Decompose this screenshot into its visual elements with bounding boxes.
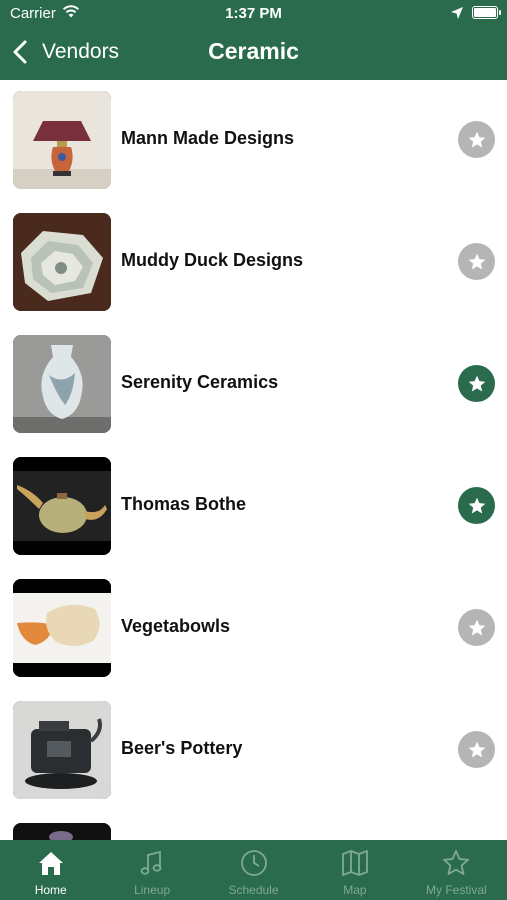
tab-home[interactable]: Home <box>0 840 101 900</box>
stacked-plates-photo <box>13 213 111 311</box>
vase-photo <box>13 335 111 433</box>
tab-label: Schedule <box>228 883 279 897</box>
bowls-photo <box>13 579 111 677</box>
clock-icon <box>240 850 267 876</box>
vendor-row[interactable]: Thomas Bothe <box>0 446 507 568</box>
tab-label: My Festival <box>425 883 487 897</box>
vendor-list[interactable]: Mann Made Designs Muddy Duck Designs Ser… <box>0 80 507 840</box>
favorite-star-button[interactable] <box>458 731 495 768</box>
vendor-name: Serenity Ceramics <box>121 372 279 392</box>
star-icon <box>468 741 485 757</box>
kettle-sculpture-photo <box>13 701 111 799</box>
home-icon <box>38 852 63 875</box>
clock-time: 1:37 PM <box>225 5 282 22</box>
music-note-icon <box>140 850 162 875</box>
vendor-name: Vegetabowls <box>121 616 231 636</box>
vendor-name: Beer's Pottery <box>121 738 243 758</box>
tab-map[interactable]: Map <box>304 840 405 900</box>
vendor-row[interactable]: Beer's Pottery <box>0 690 507 812</box>
favorite-star-button[interactable] <box>458 121 495 158</box>
partial-photo <box>13 823 111 840</box>
nav-bar: Vendors Ceramic <box>0 28 507 78</box>
header: Carrier 1:37 PM Vendors Ceramic <box>0 0 507 80</box>
tab-my-festival[interactable]: My Festival <box>406 840 507 900</box>
tab-schedule[interactable]: Schedule <box>203 840 304 900</box>
star-icon <box>468 497 485 513</box>
vendor-row[interactable]: Serenity Ceramics <box>0 324 507 446</box>
vendor-row[interactable]: Vegetabowls <box>0 568 507 690</box>
star-icon <box>468 131 485 147</box>
star-icon <box>468 619 485 635</box>
star-icon <box>468 253 485 269</box>
tab-bar: Home Lineup Schedule Map My Festival <box>0 840 507 900</box>
lamp-photo <box>13 91 111 189</box>
vendor-row[interactable] <box>0 812 507 840</box>
location-arrow-icon <box>451 7 463 19</box>
star-icon <box>468 375 485 391</box>
back-button[interactable]: Vendors <box>10 34 119 70</box>
tab-label: Lineup <box>134 883 171 897</box>
vendor-row[interactable]: Muddy Duck Designs <box>0 202 507 324</box>
map-icon <box>342 850 368 876</box>
favorite-star-button[interactable] <box>458 487 495 524</box>
teapot-photo <box>13 457 111 555</box>
tab-label: Map <box>343 883 367 897</box>
favorite-star-button[interactable] <box>458 243 495 280</box>
vendor-name: Thomas Bothe <box>121 494 247 514</box>
star-outline-icon <box>443 850 470 875</box>
tab-lineup[interactable]: Lineup <box>101 840 202 900</box>
battery-icon <box>472 6 501 19</box>
status-bar: Carrier 1:37 PM <box>0 0 507 28</box>
vendor-name: Muddy Duck Designs <box>121 250 304 270</box>
back-label: Vendors <box>42 40 120 63</box>
favorite-star-button[interactable] <box>458 609 495 646</box>
vendor-row[interactable]: Mann Made Designs <box>0 80 507 202</box>
vendor-name: Mann Made Designs <box>121 128 295 148</box>
favorite-star-button[interactable] <box>458 365 495 402</box>
tab-label: Home <box>34 883 67 897</box>
chevron-left-icon <box>13 40 27 64</box>
